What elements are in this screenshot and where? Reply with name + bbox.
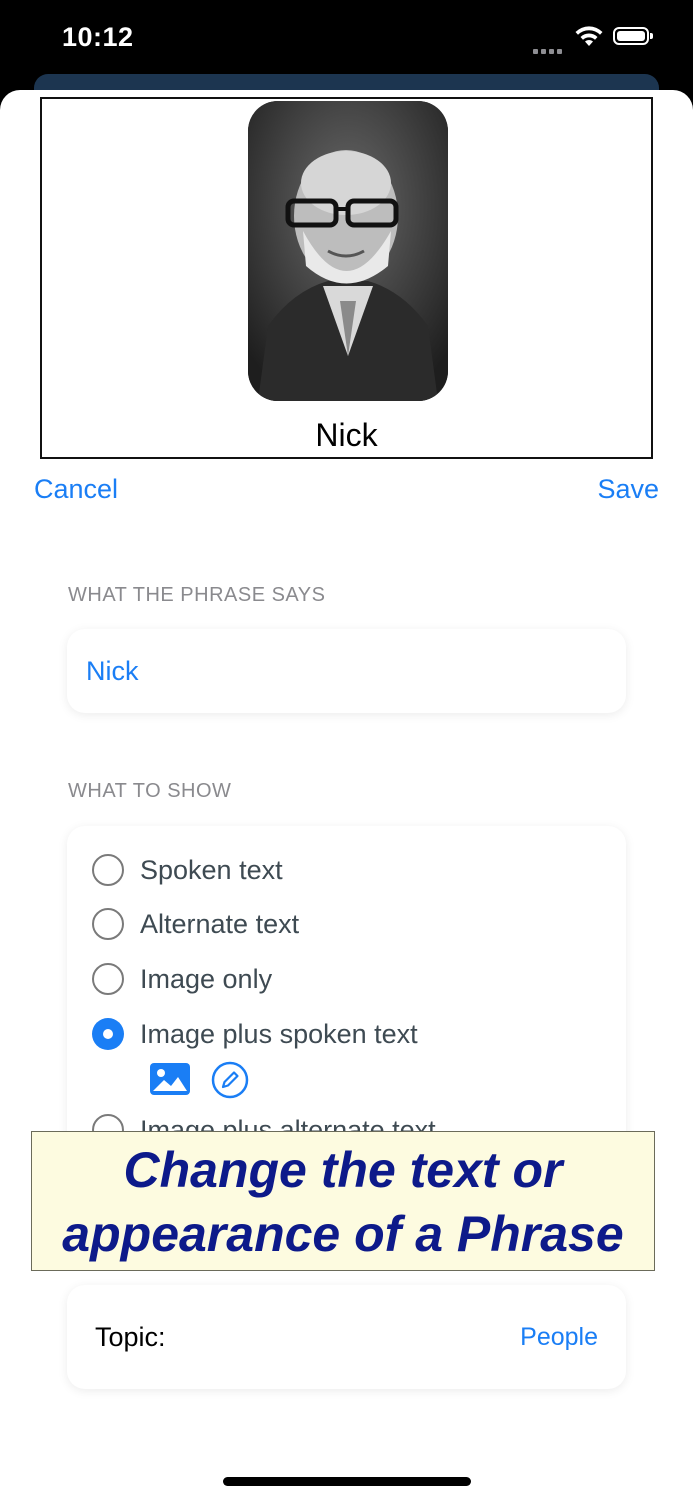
cancel-button[interactable]: Cancel bbox=[34, 474, 118, 505]
cellular-signal-icon bbox=[533, 41, 565, 59]
option-label: Image plus spoken text bbox=[140, 1018, 418, 1049]
banner-line-1: Change the text or bbox=[123, 1142, 563, 1198]
radio-button-selected[interactable] bbox=[92, 1018, 124, 1050]
portrait-photo bbox=[248, 101, 448, 401]
banner-line-2: appearance of a Phrase bbox=[62, 1206, 624, 1262]
phrase-section-header: WHAT THE PHRASE SAYS bbox=[68, 584, 326, 606]
option-label: Spoken text bbox=[140, 854, 283, 885]
radio-button[interactable] bbox=[92, 854, 124, 886]
show-section-header: WHAT TO SHOW bbox=[68, 780, 232, 802]
option-label: Alternate text bbox=[140, 908, 300, 939]
battery-icon bbox=[613, 27, 653, 45]
phrase-text-field[interactable] bbox=[86, 629, 606, 713]
option-image-plus-spoken-text[interactable]: Image plus spoken text bbox=[92, 1014, 418, 1054]
option-label: Image only bbox=[140, 963, 273, 994]
save-button[interactable]: Save bbox=[597, 474, 659, 505]
preview-phrase-label: Nick bbox=[315, 417, 378, 453]
topic-value[interactable]: People bbox=[520, 1285, 598, 1389]
topic-label: Topic: bbox=[95, 1322, 166, 1352]
phrase-preview: Nick bbox=[40, 97, 653, 459]
phrase-text-card bbox=[67, 629, 626, 713]
radio-button[interactable] bbox=[92, 908, 124, 940]
home-indicator[interactable] bbox=[223, 1477, 471, 1486]
photo-library-icon[interactable] bbox=[149, 1062, 191, 1096]
option-alternate-text[interactable]: Alternate text bbox=[92, 904, 299, 944]
wifi-icon bbox=[575, 26, 603, 46]
show-options-card: Spoken text Alternate text Image only Im… bbox=[67, 826, 626, 1156]
option-spoken-text[interactable]: Spoken text bbox=[92, 850, 283, 890]
info-banner: Change the text or appearance of a Phras… bbox=[31, 1131, 655, 1271]
status-time: 10:12 bbox=[62, 22, 134, 52]
option-image-only[interactable]: Image only bbox=[92, 959, 272, 999]
pencil-circle-icon[interactable] bbox=[211, 1061, 249, 1099]
radio-button[interactable] bbox=[92, 963, 124, 995]
topic-card[interactable]: Topic: People bbox=[67, 1285, 626, 1389]
